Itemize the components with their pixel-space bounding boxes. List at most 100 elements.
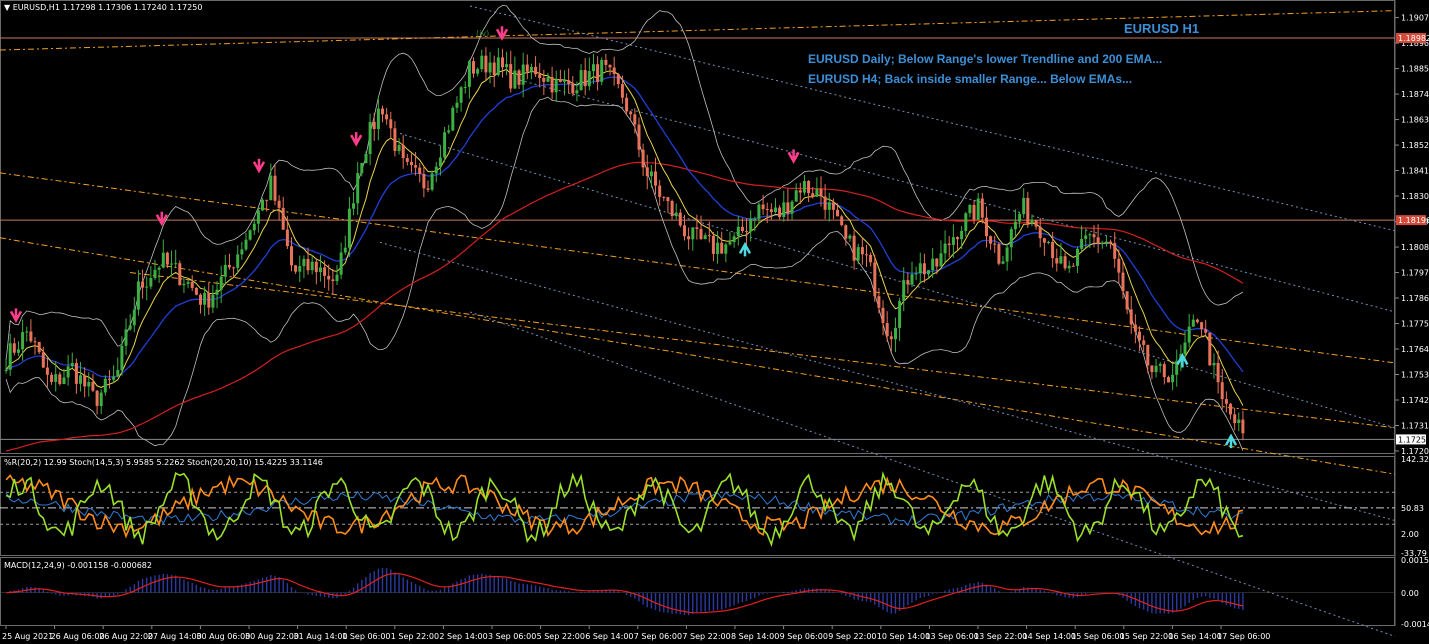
candle-body — [956, 237, 959, 240]
candle-body — [248, 230, 252, 240]
price-tick-label: 1.18520 — [1401, 141, 1429, 150]
candle-body — [914, 273, 918, 275]
candle-body — [732, 236, 736, 243]
candle-body — [203, 292, 207, 305]
candle-body — [58, 374, 62, 384]
candle-body — [558, 79, 562, 82]
arrow-down-icon — [787, 149, 800, 164]
candle-body — [190, 281, 194, 288]
candle-body — [422, 174, 426, 189]
candle-body — [298, 266, 302, 272]
chart-canvas[interactable]: 142.3250.832.00-33.79 0.001520.00-0.0014… — [0, 0, 1429, 644]
price-tick-label: 1.17530 — [1401, 371, 1429, 380]
trendline-orange — [129, 272, 1396, 429]
candle-body — [960, 230, 964, 240]
chart-window[interactable]: 142.3250.832.00-33.79 0.001520.00-0.0014… — [0, 0, 1429, 644]
candle-body — [132, 309, 136, 326]
annotation-daily: EURUSD Daily; Below Range's lower Trendl… — [808, 52, 1162, 66]
candle-body — [1109, 241, 1113, 244]
candle-body — [753, 218, 757, 220]
candle-body — [910, 274, 914, 285]
candle-body — [889, 336, 893, 340]
candle-body — [865, 254, 868, 256]
candle-body — [484, 55, 488, 73]
candle-body — [521, 64, 525, 85]
candle-body — [649, 171, 653, 177]
candle-body — [902, 280, 906, 301]
candle-body — [687, 236, 691, 240]
candle-body — [554, 79, 558, 93]
candle-body — [364, 154, 368, 164]
candle-body — [728, 242, 732, 245]
candle-body — [331, 279, 335, 281]
candle-body — [794, 190, 798, 202]
time-tick-label: 30 Aug 06:00 — [196, 632, 250, 641]
candle-body — [525, 64, 529, 72]
candle-body — [918, 263, 922, 274]
candle-body — [319, 267, 322, 273]
candle-body — [1200, 322, 1204, 330]
candle-body — [579, 70, 583, 91]
time-tick-label: 9 Sep 22:00 — [828, 632, 876, 641]
candle-body — [724, 244, 728, 254]
candle-body — [1241, 419, 1245, 434]
candle-body — [769, 209, 773, 212]
candle-body — [625, 97, 629, 112]
candle-body — [1042, 238, 1046, 243]
candle-body — [480, 55, 484, 70]
candle-body — [207, 292, 211, 308]
candle-body — [931, 258, 935, 271]
price-tick-label: 1.18630 — [1401, 116, 1429, 125]
candle-body — [509, 64, 513, 89]
arrow-down-icon — [350, 132, 363, 147]
candle-body — [356, 173, 360, 204]
macd-header: MACD(12,24,9) -0.001158 -0.000682 — [4, 561, 152, 570]
time-tick-label: 17 Sep 06:00 — [1217, 632, 1270, 641]
time-tick-label: 3 Sep 06:00 — [488, 632, 536, 641]
candle-body — [389, 119, 393, 129]
candle-body — [1026, 197, 1030, 224]
candle-body — [136, 281, 140, 310]
candle-body — [1195, 319, 1199, 323]
stoch-main-line — [5, 471, 1244, 548]
candle-body — [798, 190, 802, 193]
candle-body — [223, 264, 227, 277]
time-tick-label: 15 Sep 06:00 — [1071, 632, 1124, 641]
candle-body — [819, 189, 823, 197]
price-tick-label: 1.18410 — [1401, 167, 1429, 176]
candle-body — [922, 263, 926, 275]
candle-body — [1224, 399, 1228, 404]
candle-body — [1055, 258, 1059, 264]
candle-body — [170, 263, 173, 265]
channel-line — [469, 311, 1396, 637]
candle-body — [1001, 261, 1005, 264]
candle-body — [285, 229, 289, 247]
candle-body — [587, 71, 591, 87]
candle-body — [670, 201, 674, 217]
candle-body — [529, 66, 533, 72]
candle-body — [178, 263, 182, 286]
candle-body — [269, 175, 273, 200]
chart-title: EURUSD H1 — [1124, 21, 1199, 36]
candle-body — [21, 332, 25, 350]
candle-body — [1220, 382, 1224, 400]
candle-body — [62, 377, 66, 384]
candle-body — [1113, 243, 1117, 259]
time-tick-label: 27 Aug 14:00 — [148, 632, 202, 641]
candle-body — [831, 202, 835, 210]
candle-body — [54, 374, 58, 382]
candle-body — [1150, 365, 1154, 373]
candle-body — [306, 259, 310, 271]
candle-body — [227, 264, 231, 268]
candle-body — [620, 84, 624, 98]
candle-body — [612, 67, 616, 74]
candle-body — [699, 228, 703, 239]
oscillator-axis-label: 2.00 — [1401, 530, 1419, 539]
candle-body — [927, 270, 930, 275]
macd-axis-label: 0.00152 — [1401, 556, 1429, 565]
candle-body — [517, 70, 521, 85]
candle-body — [410, 161, 413, 166]
oscillator-axis-label: 50.83 — [1401, 504, 1424, 513]
time-tick-label: 1 Sep 22:00 — [391, 632, 439, 641]
candle-body — [860, 247, 864, 255]
